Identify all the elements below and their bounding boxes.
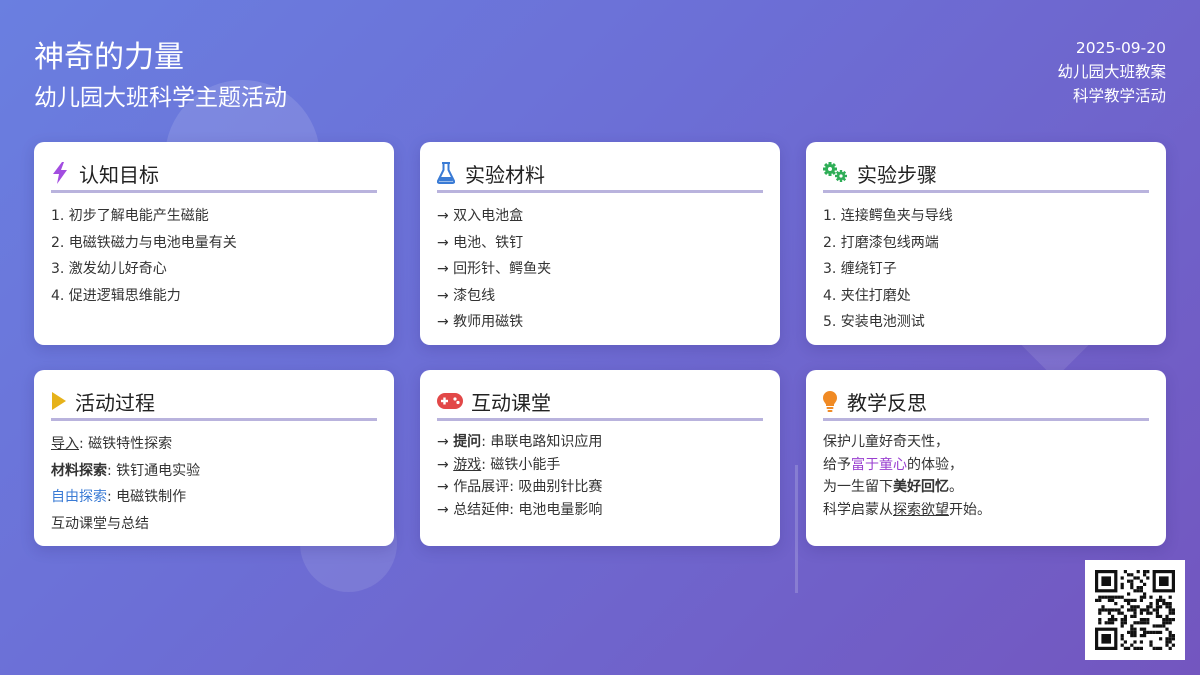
card-goals-header: 认知目标	[51, 160, 377, 193]
lightning-icon	[51, 162, 73, 184]
process-label-free: 自由探索	[51, 489, 107, 506]
card-goals: 认知目标 1. 初步了解电能产生磁能 2. 电磁铁磁力与电池电量有关 3. 激发…	[34, 142, 394, 345]
qr-code-icon	[1085, 560, 1185, 660]
card-steps-header: 实验步骤	[823, 160, 1149, 193]
list-item: 3. 缠绕钉子	[823, 261, 897, 278]
list-item: → 提问: 串联电路知识应用	[437, 434, 603, 450]
list-item: 2. 电磁铁磁力与电池电量有关	[51, 234, 237, 251]
card-interactive-title: 互动课堂	[471, 390, 551, 415]
card-reflection-title: 教学反思	[847, 390, 927, 415]
card-steps-title: 实验步骤	[857, 162, 937, 187]
list-item: 2. 打磨漆包线两端	[823, 234, 939, 251]
process-label-intro: 导入	[51, 436, 79, 452]
card-materials: 实验材料 → 双入电池盒 → 电池、铁钉 → 回形针、鳄鱼夹 → 漆包线 → 教…	[420, 142, 780, 345]
reflection-line: 保护儿童好奇天性，	[823, 434, 949, 450]
list-item: 导入: 磁铁特性探索	[51, 436, 173, 452]
list-item: 3. 激发幼儿好奇心	[51, 261, 167, 278]
list-item: → 漆包线	[437, 287, 496, 304]
card-goals-title: 认知目标	[79, 162, 159, 187]
card-process-header: 活动过程	[51, 388, 377, 421]
card-process: 活动过程 导入: 磁铁特性探索 材料探索: 铁钉通电实验 自由探索: 电磁铁制作…	[34, 370, 394, 546]
list-item: → 回形针、鳄鱼夹	[437, 261, 552, 278]
reflection-line: 为一生留下美好回忆。	[823, 479, 963, 496]
list-item: → 作品展评: 吸曲别针比赛	[437, 479, 603, 496]
list-item: 材料探索: 铁钉通电实验	[51, 462, 201, 479]
header-meta-line1: 幼儿园大班教案	[1057, 63, 1166, 81]
interactive-list: → 提问: 串联电路知识应用 → 游戏: 磁铁小能手 → 作品展评: 吸曲别针比…	[437, 431, 763, 521]
card-steps: 实验步骤 1. 连接鳄鱼夹与导线 2. 打磨漆包线两端 3. 缠绕钉子 4. 夹…	[806, 142, 1166, 345]
list-item: 4. 夹住打磨处	[823, 287, 911, 304]
reflection-line: 科学启蒙从探索欲望开始。	[823, 501, 991, 518]
process-label-material: 材料探索	[51, 462, 107, 479]
card-interactive: 互动课堂 → 提问: 串联电路知识应用 → 游戏: 磁铁小能手 → 作品展评: …	[420, 370, 780, 546]
card-interactive-header: 互动课堂	[437, 388, 763, 421]
steps-list: 1. 连接鳄鱼夹与导线 2. 打磨漆包线两端 3. 缠绕钉子 4. 夹住打磨处 …	[823, 203, 1149, 336]
header-meta: 2025-09-20 幼儿园大班教案 科学教学活动	[1057, 36, 1166, 108]
list-item: 5. 安装电池测试	[823, 314, 925, 331]
list-item: → 教师用磁铁	[437, 314, 524, 331]
card-process-title: 活动过程	[75, 390, 155, 415]
gears-icon	[823, 162, 851, 184]
play-icon	[51, 390, 69, 412]
goals-list: 1. 初步了解电能产生磁能 2. 电磁铁磁力与电池电量有关 3. 激发幼儿好奇心…	[51, 203, 377, 309]
card-materials-title: 实验材料	[465, 162, 545, 187]
flask-icon	[437, 162, 459, 184]
list-item: 1. 连接鳄鱼夹与导线	[823, 208, 953, 224]
process-list: 导入: 磁铁特性探索 材料探索: 铁钉通电实验 自由探索: 电磁铁制作 互动课堂…	[51, 431, 377, 537]
card-materials-header: 实验材料	[437, 160, 763, 193]
reflection-line: 给予富于童心的体验，	[823, 456, 963, 473]
gamepad-icon	[437, 390, 465, 412]
header-date: 2025-09-20	[1075, 39, 1166, 57]
list-item: → 游戏: 磁铁小能手	[437, 456, 561, 473]
list-item: 4. 促进逻辑思维能力	[51, 287, 181, 304]
header-meta-line2: 科学教学活动	[1072, 87, 1166, 105]
list-item: → 双入电池盒	[437, 208, 524, 224]
lightbulb-icon	[823, 390, 841, 412]
reflection-text: 保护儿童好奇天性， 给予富于童心的体验， 为一生留下美好回忆。 科学启蒙从探索欲…	[823, 431, 1149, 521]
card-reflection-header: 教学反思	[823, 388, 1149, 421]
card-reflection: 教学反思 保护儿童好奇天性， 给予富于童心的体验， 为一生留下美好回忆。 科学启…	[806, 370, 1166, 546]
list-item: 自由探索: 电磁铁制作	[51, 489, 187, 506]
page-title: 神奇的力量	[34, 40, 184, 75]
materials-list: → 双入电池盒 → 电池、铁钉 → 回形针、鳄鱼夹 → 漆包线 → 教师用磁铁	[437, 203, 763, 336]
decor-line	[795, 465, 798, 593]
list-item: → 电池、铁钉	[437, 234, 524, 251]
list-item: 1. 初步了解电能产生磁能	[51, 208, 209, 224]
page-subtitle: 幼儿园大班科学主题活动	[34, 85, 287, 111]
list-item: → 总结延伸: 电池电量影响	[437, 501, 603, 518]
list-item: 互动课堂与总结	[51, 515, 149, 532]
